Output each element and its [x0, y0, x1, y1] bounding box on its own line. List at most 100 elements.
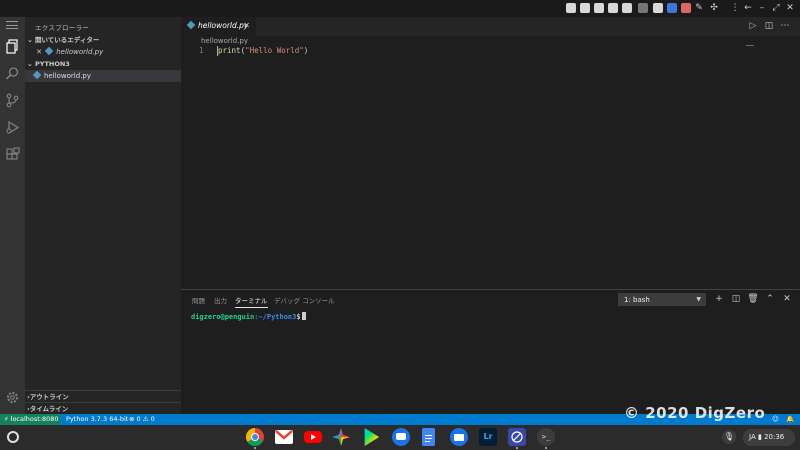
open-editors-header[interactable]: ⌄ 開いているエディター: [25, 35, 181, 46]
source-control-icon[interactable]: [5, 93, 20, 108]
close-icon[interactable]: ✕: [784, 2, 796, 14]
timeline-section[interactable]: ›タイムライン: [25, 402, 181, 414]
play-store-icon[interactable]: [364, 428, 380, 446]
text-cursor: [217, 46, 218, 56]
extensions-icon[interactable]: [5, 147, 20, 162]
code-line[interactable]: print("Hello World"): [218, 46, 308, 55]
tab-output[interactable]: 出力: [214, 295, 227, 305]
folder-header[interactable]: ⌄ PYTHON3: [25, 59, 181, 70]
split-editor-icon[interactable]: ◫: [763, 20, 775, 32]
code-string: "Hello World": [245, 46, 304, 55]
files-icon[interactable]: [450, 428, 468, 446]
outline-label: アウトライン: [29, 393, 69, 401]
minimap[interactable]: [746, 45, 754, 46]
feedback-icon[interactable]: ☺: [772, 414, 779, 425]
open-editor-item[interactable]: ✕ helloworld.py: [25, 46, 181, 58]
running-indicator: [545, 447, 547, 449]
battery-icon: ▮: [757, 433, 762, 441]
extension-icon[interactable]: [594, 3, 604, 13]
close-icon[interactable]: ✕: [34, 47, 44, 58]
open-editor-filename: helloworld.py: [56, 48, 104, 56]
file-label: helloworld.py: [44, 72, 92, 80]
notifications-bell-icon[interactable]: 🔔: [786, 414, 794, 425]
terminal-icon[interactable]: >_: [537, 428, 555, 446]
tab-label: helloworld.py: [198, 21, 249, 30]
docs-icon[interactable]: [422, 428, 435, 446]
youtube-icon[interactable]: [304, 431, 322, 443]
chevron-down-icon: ▼: [696, 296, 701, 303]
terminal-select-value: 1: bash: [624, 296, 650, 304]
code-paren: ): [303, 46, 309, 55]
trash-icon[interactable]: 🗑: [747, 293, 759, 305]
explorer-icon[interactable]: [5, 39, 20, 54]
warning-icon: ⚠: [142, 415, 151, 423]
browser-toolbar: ✎ ✣ ⋮ ← – ⤢ ✕: [0, 0, 800, 17]
open-editors-label: 開いているエディター: [35, 36, 100, 44]
maximize-panel-icon[interactable]: ⌃: [764, 293, 776, 305]
minimize-icon[interactable]: –: [756, 2, 768, 14]
line-number: 1: [199, 46, 204, 55]
pen-icon[interactable]: ✎: [693, 2, 705, 14]
remote-indicator[interactable]: ⚡ localhost:8080: [0, 414, 60, 425]
photos-icon[interactable]: [332, 428, 350, 446]
sidebar-title: エクスプローラー: [35, 24, 90, 32]
terminal-select[interactable]: 1: bash ▼: [618, 293, 706, 306]
linux-app-icon[interactable]: [508, 428, 526, 446]
settings-gear-icon[interactable]: [5, 390, 20, 405]
close-icon[interactable]: ✕: [243, 17, 250, 35]
close-panel-icon[interactable]: ✕: [781, 293, 793, 305]
code-editor[interactable]: helloworld.py 1 print("Hello World"): [181, 36, 800, 289]
menu-icon[interactable]: [6, 21, 18, 29]
clock: 20:36: [764, 433, 785, 441]
extension-icon[interactable]: [638, 3, 648, 13]
tab-problems[interactable]: 問題: [192, 295, 205, 305]
code-function: print: [218, 46, 241, 55]
tab-debug-console[interactable]: デバッグ コンソール: [274, 295, 335, 305]
run-debug-icon[interactable]: [5, 120, 20, 135]
watermark: © 2020 DigZero: [624, 404, 766, 422]
extension-icon[interactable]: [566, 3, 576, 13]
warning-count: 0: [150, 415, 155, 423]
editor-tab[interactable]: helloworld.py ✕: [181, 17, 256, 36]
editor-tab-bar: helloworld.py ✕ ▷ ◫ ⋯: [181, 17, 800, 36]
new-terminal-icon[interactable]: +: [713, 293, 725, 305]
extension-icon[interactable]: [667, 3, 677, 13]
prompt-path: :~/Python3: [254, 313, 297, 321]
terminal-prompt[interactable]: digzero@penguin:~/Python3$: [191, 312, 306, 321]
timeline-label: タイムライン: [29, 405, 69, 413]
more-actions-icon[interactable]: ⋯: [779, 20, 791, 32]
tab-terminal[interactable]: ターミナル: [235, 295, 268, 308]
file-item[interactable]: helloworld.py: [25, 70, 181, 82]
python-interpreter[interactable]: Python 3.7.3 64-bit: [66, 414, 128, 425]
split-terminal-icon[interactable]: ◫: [730, 293, 742, 305]
messages-icon[interactable]: [392, 428, 410, 446]
extension-icon[interactable]: [580, 3, 590, 13]
extensions-puzzle-icon[interactable]: ✣: [708, 2, 720, 14]
run-icon[interactable]: ▷: [747, 20, 759, 32]
more-vert-icon[interactable]: ⋮: [729, 2, 741, 14]
bottom-panel: 問題 出力 ターミナル デバッグ コンソール 1: bash ▼ + ◫ 🗑 ⌃…: [181, 289, 800, 414]
remote-label: localhost:8080: [10, 415, 59, 423]
extension-icon[interactable]: [653, 3, 663, 13]
extension-icon[interactable]: [681, 3, 691, 13]
extension-icon[interactable]: [622, 3, 632, 13]
system-tray[interactable]: JA ▮ 20:36: [743, 429, 795, 446]
chrome-icon[interactable]: [246, 428, 264, 446]
search-icon[interactable]: [5, 66, 20, 81]
running-indicator: [254, 447, 256, 449]
folder-label: PYTHON3: [35, 60, 70, 68]
explorer-sidebar: エクスプローラー ⌄ 開いているエディター ✕ helloworld.py ⌄ PY…: [25, 17, 181, 414]
running-indicator: [516, 447, 518, 449]
python-file-icon: [32, 70, 42, 80]
outline-section[interactable]: ›アウトライン: [25, 390, 181, 402]
error-count: 0: [136, 415, 141, 423]
launcher-icon[interactable]: [7, 431, 19, 443]
breadcrumb[interactable]: helloworld.py: [201, 37, 248, 45]
back-icon[interactable]: ←: [742, 2, 754, 14]
mic-icon[interactable]: 🎙: [722, 430, 736, 444]
lightroom-icon[interactable]: Lr: [479, 428, 497, 446]
problems-indicator[interactable]: ⊗ 0 ⚠ 0: [129, 414, 155, 425]
extension-icon[interactable]: [608, 3, 618, 13]
maximize-icon[interactable]: ⤢: [770, 2, 782, 14]
gmail-icon[interactable]: [275, 430, 293, 444]
